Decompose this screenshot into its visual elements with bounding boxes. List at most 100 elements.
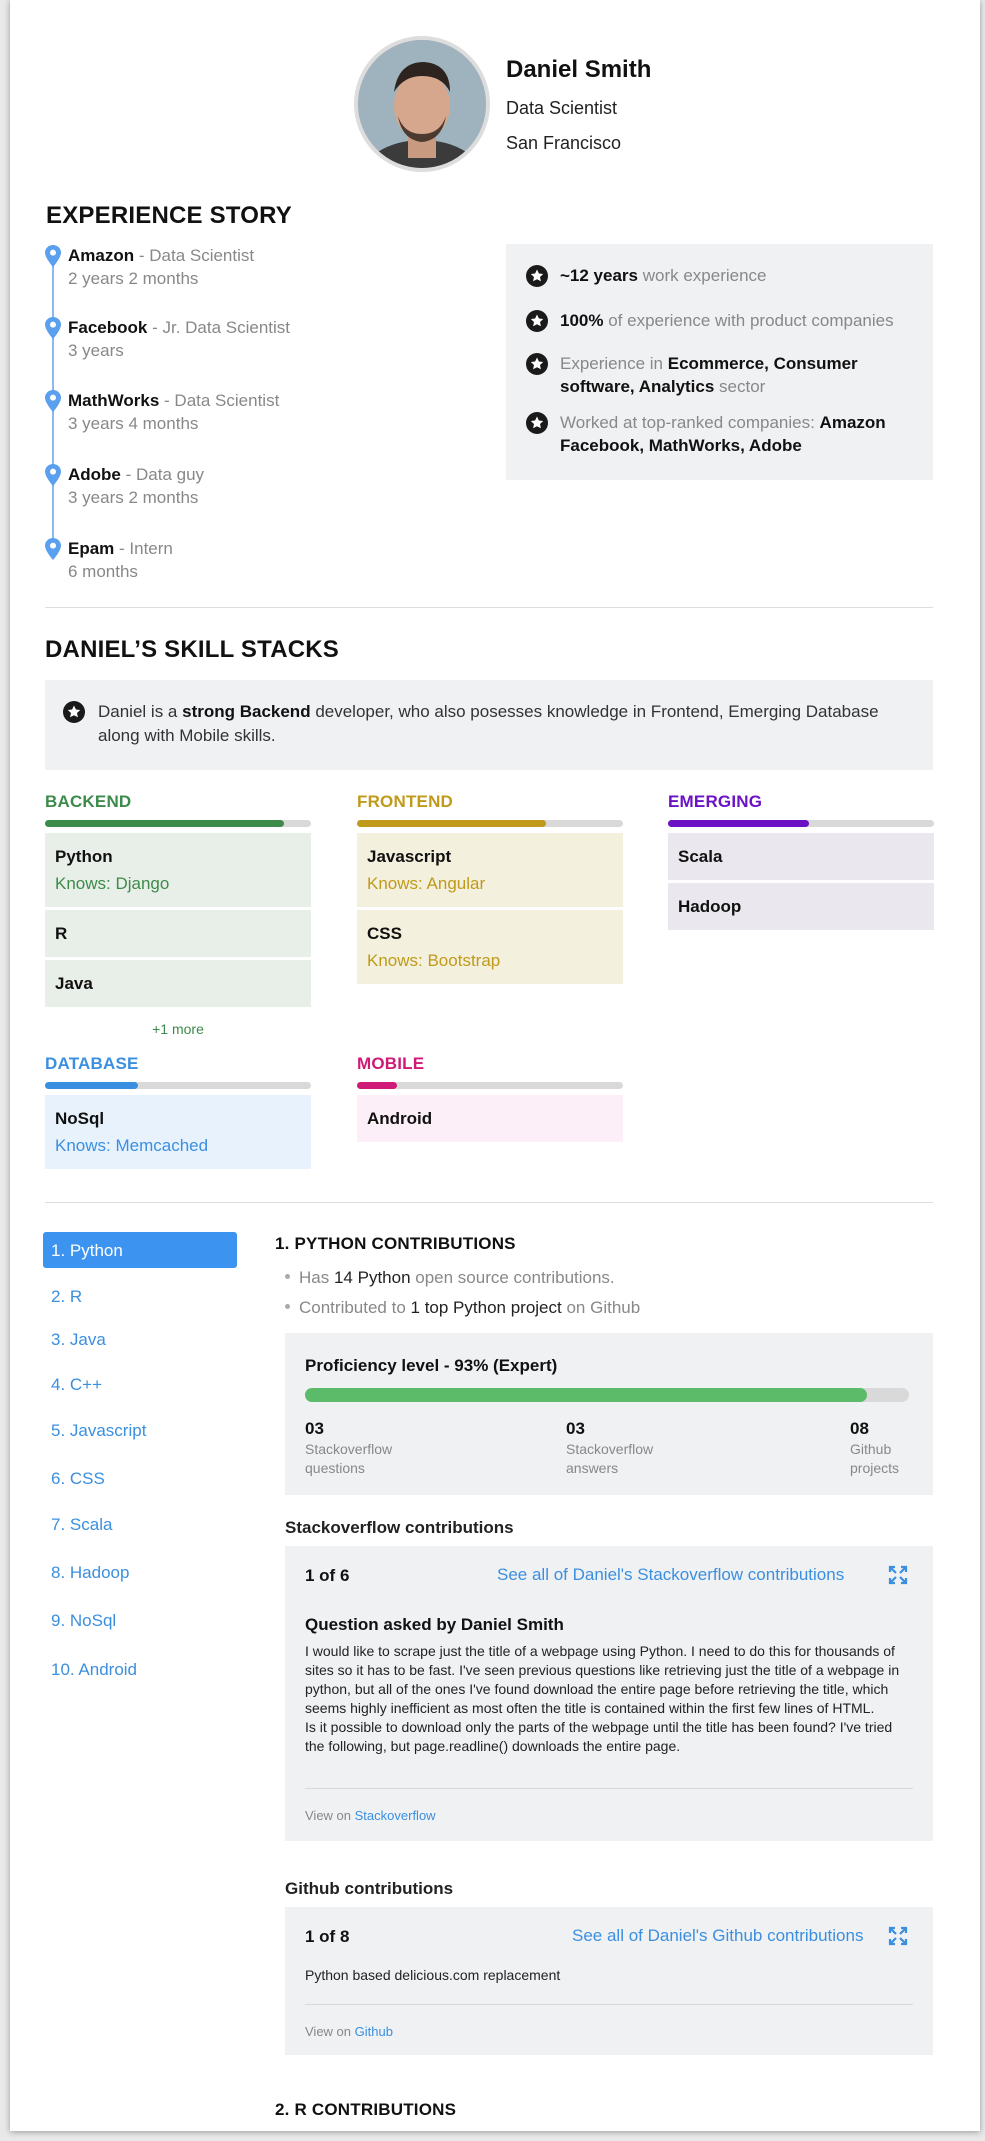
stat-so-questions: 03 Stackoverflow questions <box>305 1419 393 1476</box>
job-title: - Data guy <box>120 465 205 484</box>
experience-heading: EXPERIENCE STORY <box>46 202 292 229</box>
gh-view-link[interactable]: Github <box>355 2024 393 2039</box>
category-title: EMERGING <box>668 792 763 811</box>
star-icon <box>526 353 548 375</box>
skills-heading: DANIEL’S SKILL STACKS <box>45 636 340 663</box>
so-count: 1 of 6 <box>305 1566 350 1585</box>
map-pin-icon <box>45 390 61 412</box>
skills-note-text: Daniel is a strong Backend developer, wh… <box>98 702 879 745</box>
so-view-link[interactable]: Stackoverflow <box>355 1808 436 1823</box>
category-strength-fill <box>357 1082 397 1089</box>
skill-card[interactable]: Python Knows: Django <box>45 833 311 907</box>
job-title: - Intern <box>114 539 173 558</box>
category-strength-bar <box>357 820 623 827</box>
job-duration: 3 years 2 months <box>68 488 199 507</box>
category-title: FRONTEND <box>357 792 454 811</box>
timeline-item: Epam - Intern 6 months <box>68 537 173 583</box>
skill-card[interactable]: Android <box>357 1095 623 1142</box>
section-title-r: 2. R CONTRIBUTIONS <box>275 2100 457 2119</box>
skill-category-mobile: MOBILE Android <box>357 1054 623 1145</box>
expand-icon[interactable] <box>888 1926 908 1946</box>
nav-item-css[interactable]: 6. CSS <box>43 1460 237 1496</box>
category-strength-bar <box>668 820 934 827</box>
skill-name: Hadoop <box>678 897 742 916</box>
nav-item-hadoop[interactable]: 8. Hadoop <box>43 1554 237 1590</box>
timeline-item: Amazon - Data Scientist 2 years 2 months <box>68 244 254 290</box>
nav-item-java[interactable]: 3. Java <box>43 1321 237 1357</box>
job-title: - Data Scientist <box>159 391 280 410</box>
skill-category-emerging: EMERGING Scala Hadoop <box>668 792 934 933</box>
expand-icon[interactable] <box>888 1565 908 1585</box>
category-strength-bar <box>357 1082 623 1089</box>
timeline-item: Facebook - Jr. Data Scientist 3 years <box>68 316 290 362</box>
skill-name: Python <box>55 847 113 866</box>
category-strength-fill <box>45 820 285 827</box>
company-name: MathWorks <box>68 391 160 410</box>
summary-item: Experience in Ecommerce, Consumer softwa… <box>526 352 921 398</box>
gh-see-all-link[interactable]: See all of Daniel's Github contributions <box>572 1926 863 1946</box>
nav-item-scala[interactable]: 7. Scala <box>43 1506 237 1542</box>
category-strength-bar <box>45 820 311 827</box>
skill-card[interactable]: NoSql Knows: Memcached <box>45 1095 311 1169</box>
skill-card[interactable]: Java <box>45 960 311 1007</box>
category-strength-fill <box>357 820 546 827</box>
skills-note: Daniel is a strong Backend developer, wh… <box>45 680 933 770</box>
profile-location: San Francisco <box>506 133 622 153</box>
experience-summary: ~12 years work experience 100% of experie… <box>506 244 933 480</box>
proficiency-bar-fill <box>305 1388 867 1402</box>
job-title: - Jr. Data Scientist <box>147 318 291 337</box>
skill-card[interactable]: R <box>45 910 311 957</box>
nav-item-android[interactable]: 10. Android <box>43 1651 237 1687</box>
nav-item-nosql[interactable]: 9. NoSql <box>43 1602 237 1638</box>
category-title: DATABASE <box>45 1054 139 1073</box>
stat-so-answers: 03 Stackoverflow answers <box>566 1419 654 1476</box>
timeline-item: MathWorks - Data Scientist 3 years 4 mont… <box>68 389 279 435</box>
timeline-item: Adobe - Data guy 3 years 2 months <box>68 463 204 509</box>
category-title: MOBILE <box>357 1054 425 1073</box>
map-pin-icon <box>45 538 61 560</box>
nav-item-javascript[interactable]: 5. Javascript <box>43 1412 237 1448</box>
star-icon <box>526 265 548 287</box>
skill-card[interactable]: Hadoop <box>668 883 934 930</box>
job-title: - Data Scientist <box>134 246 255 265</box>
map-pin-icon <box>45 317 61 339</box>
skill-category-backend: BACKEND Python Knows: Django R Java +1 more <box>45 792 311 1037</box>
skill-category-database: DATABASE NoSql Knows: Memcached <box>45 1054 311 1172</box>
skill-category-frontend: FRONTEND Javascript Knows: Angular CSS Knows… <box>357 792 623 987</box>
skill-card[interactable]: Javascript Knows: Angular <box>357 833 623 907</box>
skill-card[interactable]: Scala <box>668 833 934 880</box>
nav-item-python[interactable]: 1. Python <box>43 1232 237 1268</box>
skill-name: Scala <box>678 847 723 866</box>
map-pin-icon <box>45 464 61 486</box>
category-strength-bar <box>45 1082 311 1089</box>
summary-item: Worked at top-ranked companies: Amazon F… <box>526 411 921 457</box>
gh-project-description: Python based delicious.com replacement <box>305 1967 561 1983</box>
skill-name: Javascript <box>367 847 452 866</box>
stat-github-projects: 08 Github projects <box>850 1419 900 1476</box>
so-question-title: Question asked by Daniel Smith <box>305 1615 564 1634</box>
company-name: Epam <box>68 539 115 558</box>
divider <box>305 1788 913 1789</box>
so-view-on: View on Stackoverflow <box>305 1808 436 1823</box>
skill-card[interactable]: CSS Knows: Bootstrap <box>357 910 623 984</box>
skill-name: Java <box>55 974 93 993</box>
nav-item-r[interactable]: 2. R <box>43 1278 237 1314</box>
skill-name: R <box>55 924 68 943</box>
job-duration: 3 years <box>68 341 124 360</box>
nav-item-cpp[interactable]: 4. C++ <box>43 1366 237 1402</box>
stackoverflow-card: 1 of 6 See all of Daniel's Stackoverflow… <box>285 1546 933 1841</box>
profile-title: Data Scientist <box>506 98 618 118</box>
divider <box>45 1202 933 1203</box>
category-strength-fill <box>45 1082 139 1089</box>
so-see-all-link[interactable]: See all of Daniel's Stackoverflow contri… <box>497 1565 844 1585</box>
category-strength-fill <box>668 820 809 827</box>
avatar <box>354 36 490 172</box>
skill-name: CSS <box>367 924 402 943</box>
more-link[interactable]: +1 more <box>45 1021 311 1037</box>
github-title: Github contributions <box>285 1879 454 1898</box>
company-name: Amazon <box>68 246 135 265</box>
profile-page: Daniel Smith Data Scientist San Francisc… <box>10 0 980 2131</box>
star-icon <box>63 701 85 723</box>
summary-item: 100% of experience with product companie… <box>526 309 921 332</box>
company-name: Adobe <box>68 465 121 484</box>
